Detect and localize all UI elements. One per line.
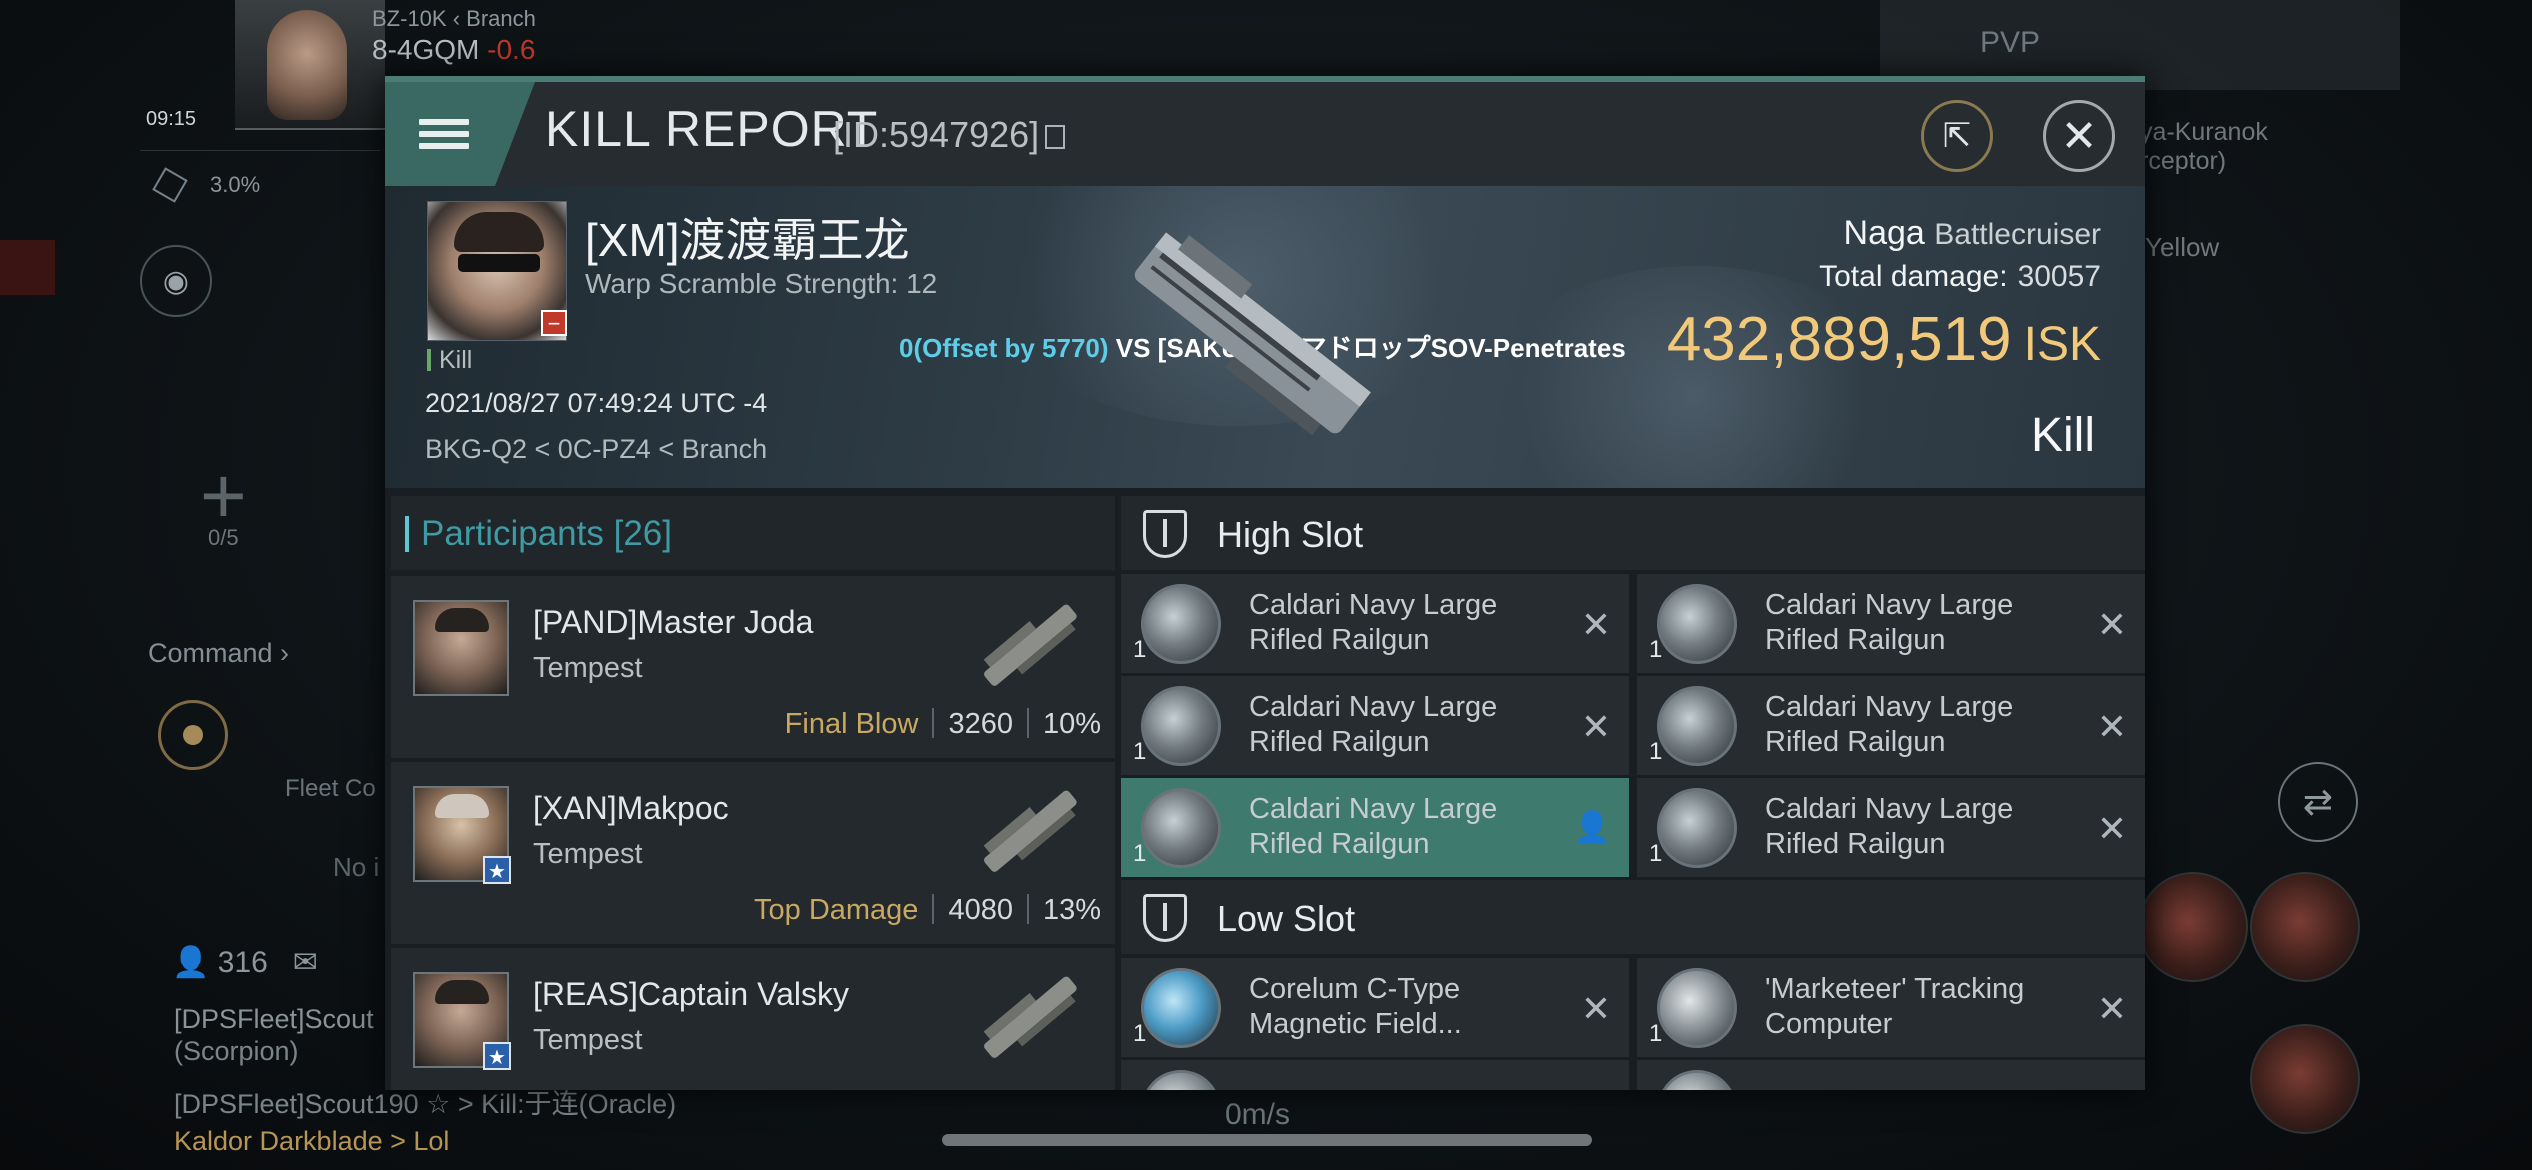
module-button[interactable] [2138,872,2248,982]
destroyed-icon: ✕ [2096,604,2127,645]
ship-thumbnail [983,790,1077,872]
person-icon: 👤 [1573,811,1611,844]
kill-result: Kill [2030,409,2095,462]
chat-line: (Scorpion) [174,1036,299,1066]
victim-summary: − [XM]渡渡霸王龙 Warp Scramble Strength: 12 K… [385,186,2145,488]
kill-location: BKG-Q2 < 0C-PZ4 < Branch [425,434,768,464]
share-icon: ⇱ [1942,117,1972,155]
slot-item[interactable]: 1 Corelum C-Type Magnetic Field... ✕ [1121,958,1629,1057]
share-button[interactable]: ⇱ [1921,100,1993,172]
slot-item[interactable]: 1 'Marketeer' Tracking Computer ✕ [1637,958,2145,1057]
participant-row[interactable]: ★ [REAS]Captain Valsky Tempest [391,948,1115,1090]
destroyed-icon: ✕ [2096,706,2127,747]
ship-thumbnail [983,604,1077,686]
swap-icon[interactable]: ⇄ [2278,762,2358,842]
chat-line: [DPSFleet]Scout [174,1004,374,1034]
module-button[interactable] [2250,1024,2360,1134]
high-slot-header: High Slot [1121,496,2145,570]
overview-entry[interactable]: ya-Kuranok rceptor) [2140,118,2268,176]
ship-name[interactable]: Naga Battlecruiser [1844,214,2101,253]
low-slot-header: Low Slot [1121,880,2145,954]
pvp-filter-label[interactable]: PVP [1980,26,2040,60]
high-slot-icon [1143,510,1187,558]
hamburger-icon [419,113,469,155]
close-button[interactable]: ✕ [2043,100,2115,172]
participant-name: [REAS]Captain Valsky [533,976,849,1012]
module-icon [1657,1070,1737,1090]
destroyed-icon: ✕ [1580,706,1611,747]
system-breadcrumb: BZ-10K ‹ Branch [372,6,536,31]
target-icon[interactable] [158,700,228,770]
railgun-icon [1141,788,1221,868]
no-fleet-label: No i [333,852,380,882]
slot-item[interactable]: 1 Caldari Navy Large Rifled Railgun ✕ [1121,676,1629,775]
close-icon: ✕ [2060,111,2098,161]
ship-thumbnail [983,976,1077,1058]
overview-entry-yellow[interactable]: Yellow [2145,232,2219,263]
railgun-icon [1657,584,1737,664]
participant-row[interactable]: [PAND]Master Joda Tempest Final Blow 3260… [391,576,1115,758]
kill-report-panel: KILL REPORT [ID:5947926] ⇱ ✕ − [XM]渡渡霸王龙… [385,76,2145,1090]
magnetic-field-stabilizer-icon [1141,968,1221,1048]
tracking-computer-icon [1657,968,1737,1048]
destroyed-icon: ✕ [2096,988,2127,1029]
low-slot-icon [1143,894,1187,942]
alert-tab[interactable] [0,240,55,295]
star-badge-icon: ★ [483,856,511,884]
report-id[interactable]: [ID:5947926] [833,114,1066,156]
player-portrait[interactable] [235,0,385,130]
kill-datetime: 2021/08/27 07:49:24 UTC -4 [425,388,768,418]
participants-list[interactable]: Participants [26] [PAND]Master Joda Temp… [391,496,1115,1090]
participant-avatar [413,600,509,696]
slot-item[interactable]: 1 Caldari Navy Large Rifled Railgun ✕ [1637,778,2145,877]
location-pin-icon[interactable]: ◉ [140,245,212,317]
victim-name[interactable]: [XM]渡渡霸王龙 [585,204,910,270]
slot-item[interactable]: 1 Caldari Navy Large Rifled Railgun ✕ [1637,574,2145,673]
hostile-badge: − [541,310,567,336]
copy-icon[interactable] [1045,125,1066,149]
railgun-icon [1657,788,1737,868]
current-system[interactable]: 8-4GQM -0.6 [372,34,535,66]
destroyed-icon: ✕ [1580,988,1611,1029]
ship-image [1134,232,1371,436]
drone-count: 0/5 [208,525,239,550]
isk-value: 432,889,519 ISK [1666,305,2101,374]
home-indicator[interactable] [942,1134,1592,1146]
participant-row[interactable]: ★ [XAN]Makpoc Tempest Top Damage 4080 13% [391,762,1115,944]
command-link[interactable]: Command › [148,638,289,669]
module-button[interactable] [2250,872,2360,982]
player-count: 👤 316 ✉ [172,946,318,979]
participant-stats: Final Blow 3260 10% [784,708,1101,740]
module-icon [1141,1070,1221,1090]
clock: 09:15 [146,108,197,130]
participant-ship: Tempest [533,1024,643,1056]
destroyed-icon: ✕ [1580,604,1611,645]
total-damage: Total damage: 30057 [1819,260,2101,293]
railgun-icon [1141,584,1221,664]
slot-item[interactable]: 1 Caldari Navy Large Rifled Railgun ✕ [1121,574,1629,673]
slot-item[interactable] [1121,1060,1629,1090]
panel-title: KILL REPORT [545,101,879,157]
chat-line: Kaldor Darkblade > Lol [174,1126,450,1156]
participant-ship: Tempest [533,838,643,870]
destroyed-icon: ✕ [2096,808,2127,849]
participant-stats: Top Damage 4080 13% [754,894,1101,926]
slot-item-dropped[interactable]: 1 Caldari Navy Large Rifled Railgun 👤 [1121,778,1629,877]
slot-item[interactable] [1637,1060,2145,1090]
cargo-percent: 3.0% [210,172,261,197]
participant-name: [XAN]Makpoc [533,790,729,826]
warp-scramble: Warp Scramble Strength: 12 [585,268,938,299]
participant-name: [PAND]Master Joda [533,604,814,640]
star-badge-icon: ★ [483,1042,511,1070]
fleet-label: Fleet Co [285,775,376,802]
speed-readout: 0m/s [1225,1098,1291,1131]
kill-status: Kill [427,346,472,375]
slot-item[interactable]: 1 Caldari Navy Large Rifled Railgun ✕ [1637,676,2145,775]
railgun-icon [1657,686,1737,766]
participant-ship: Tempest [533,652,643,684]
participants-header: Participants [26] [391,496,1115,570]
fitting-slots[interactable]: High Slot 1 Caldari Navy Large Rifled Ra… [1121,496,2145,1090]
railgun-icon [1141,686,1221,766]
